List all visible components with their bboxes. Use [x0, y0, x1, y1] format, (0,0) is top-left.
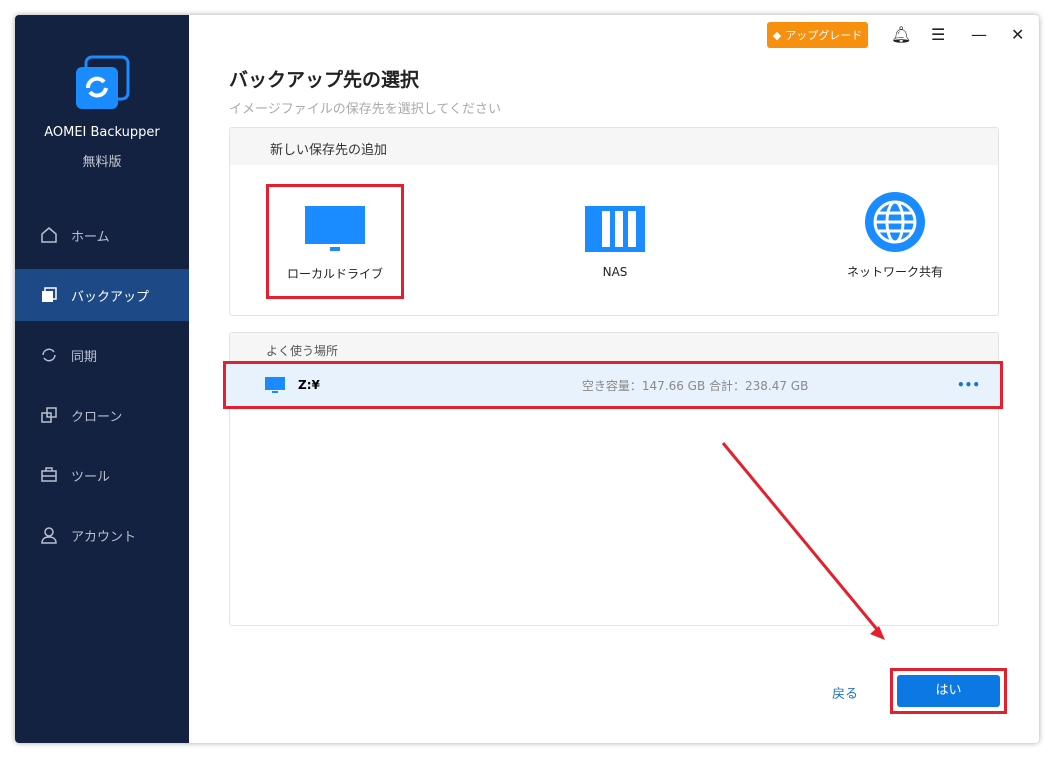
annotation-arrow — [721, 442, 885, 640]
app-window: AOMEI Backupper 無料版 ホーム バックアップ 同期 クローン ツ… — [15, 15, 1039, 743]
